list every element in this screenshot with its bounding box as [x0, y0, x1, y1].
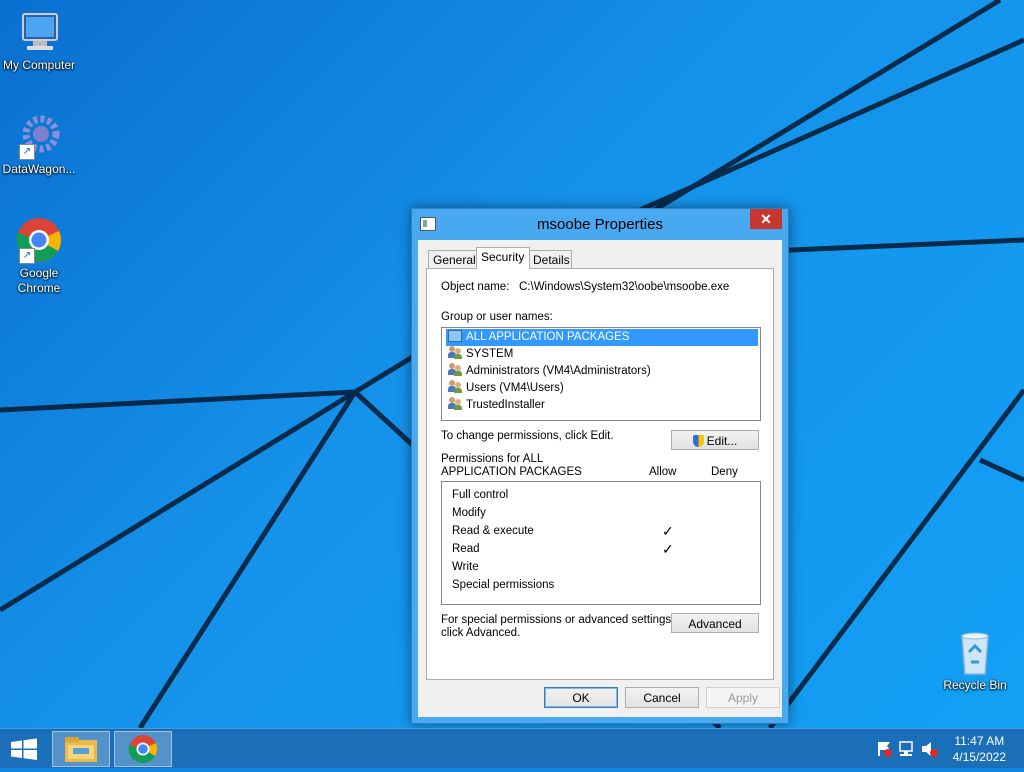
allow-check-icon: ✓	[662, 541, 674, 557]
dialog-title: msoobe Properties	[537, 216, 663, 233]
change-permissions-text: To change permissions, click Edit.	[441, 430, 614, 442]
dialog-client: General Security Details Object name: C:…	[418, 240, 782, 717]
desktop: My Computer ↗ DataWagon... ↗ Google Chro…	[0, 0, 1024, 728]
clock-date: 4/15/2022	[952, 750, 1006, 764]
gear-icon: ↗	[15, 112, 63, 160]
permission-row: Write	[452, 558, 752, 576]
advanced-button[interactable]: Advanced	[671, 613, 759, 633]
permission-name: Read & execute	[452, 525, 534, 537]
allow-header: Allow	[649, 466, 677, 478]
permission-row: Special permissions	[452, 576, 752, 594]
users-icon	[448, 397, 462, 410]
security-tab-panel: Object name: C:\Windows\System32\oobe\ms…	[426, 268, 774, 680]
shortcut-arrow-icon: ↗	[19, 248, 35, 264]
object-name-value: C:\Windows\System32\oobe\msoobe.exe	[519, 281, 730, 293]
users-icon	[448, 346, 462, 359]
permissions-list: Full control Modify Read & execute ✓ Rea…	[441, 481, 761, 605]
taskbar: 11:47 AM 4/15/2022	[0, 728, 1024, 768]
taskbar-chrome[interactable]	[114, 731, 172, 767]
tab-details[interactable]: Details	[528, 250, 572, 269]
recycle-bin-icon	[951, 630, 999, 676]
desktop-icon-google-chrome[interactable]: ↗ Google Chrome	[0, 216, 81, 296]
chrome-icon	[128, 735, 158, 763]
clock-time: 11:47 AM	[954, 734, 1005, 748]
close-icon: ✕	[760, 211, 772, 227]
desktop-icon-datawagon[interactable]: ↗ DataWagon...	[0, 112, 81, 177]
system-tray	[872, 729, 942, 769]
list-item[interactable]: ALL APPLICATION PACKAGES	[446, 329, 758, 346]
users-icon	[448, 380, 462, 393]
group-name: ALL APPLICATION PACKAGES	[466, 331, 630, 343]
permission-name: Special permissions	[452, 579, 555, 591]
dialog-titlebar[interactable]: msoobe Properties ✕	[412, 209, 788, 239]
permission-name: Modify	[452, 507, 486, 519]
taskbar-file-explorer[interactable]	[52, 731, 110, 767]
object-name-label: Object name:	[441, 281, 510, 293]
computer-icon	[15, 8, 63, 56]
network-icon[interactable]	[899, 741, 913, 756]
permission-row: Full control	[452, 486, 752, 504]
permission-row: Read & execute ✓	[452, 522, 752, 540]
apply-button[interactable]: Apply	[706, 687, 780, 708]
advanced-text-line2: click Advanced.	[441, 627, 521, 639]
tab-security[interactable]: Security	[476, 247, 530, 269]
list-item[interactable]: Users (VM4\Users)	[446, 380, 758, 397]
volume-muted-icon[interactable]	[922, 742, 938, 757]
list-item[interactable]: Administrators (VM4\Administrators)	[446, 363, 758, 380]
permission-row: Read ✓	[452, 540, 752, 558]
desktop-icon-my-computer[interactable]: My Computer	[0, 8, 81, 73]
cancel-button[interactable]: Cancel	[625, 687, 699, 708]
group-label: Group or user names:	[441, 311, 553, 323]
desktop-icon-label: DataWagon...	[2, 162, 76, 176]
tab-general[interactable]: General	[428, 250, 478, 269]
group-name: SYSTEM	[466, 348, 514, 360]
permission-name: Read	[452, 543, 480, 555]
group-name: Users (VM4\Users)	[466, 382, 564, 394]
package-icon	[448, 330, 462, 342]
list-item[interactable]: TrustedInstaller	[446, 397, 758, 414]
desktop-icon-label: Google Chrome	[17, 266, 61, 295]
users-icon	[448, 363, 462, 376]
advanced-text-line1: For special permissions or advanced sett…	[441, 614, 675, 626]
permission-row: Modify	[452, 504, 752, 522]
edit-button[interactable]: Edit...	[671, 430, 759, 450]
action-center-flag-icon[interactable]	[878, 742, 892, 757]
permission-name: Write	[452, 561, 479, 573]
desktop-icon-label: My Computer	[2, 58, 76, 72]
edit-label: Edit...	[706, 434, 738, 448]
group-name: TrustedInstaller	[466, 399, 545, 411]
chrome-icon: ↗	[15, 216, 63, 264]
group-name: Administrators (VM4\Administrators)	[466, 365, 651, 377]
shortcut-arrow-icon: ↗	[19, 144, 35, 160]
ok-button[interactable]: OK	[544, 687, 618, 708]
list-item[interactable]: SYSTEM	[446, 346, 758, 363]
desktop-icon-label: Recycle Bin	[943, 678, 1007, 692]
close-button[interactable]: ✕	[750, 209, 782, 229]
deny-header: Deny	[711, 466, 738, 478]
clock[interactable]: 11:47 AM 4/15/2022	[953, 733, 1006, 765]
permissions-for-line1: Permissions for ALL	[441, 453, 544, 465]
permission-name: Full control	[452, 489, 509, 501]
group-list[interactable]: ALL APPLICATION PACKAGES SYSTEM Administ…	[441, 327, 761, 421]
start-button[interactable]	[0, 729, 48, 769]
permissions-for-line2: APPLICATION PACKAGES	[441, 466, 582, 478]
properties-dialog: msoobe Properties ✕ General Security Det…	[411, 208, 789, 724]
allow-check-icon: ✓	[662, 523, 674, 539]
shield-icon	[692, 435, 704, 447]
desktop-icon-recycle-bin[interactable]: Recycle Bin	[933, 630, 1017, 693]
windows-logo-icon	[11, 738, 37, 760]
folder-icon	[65, 737, 97, 762]
